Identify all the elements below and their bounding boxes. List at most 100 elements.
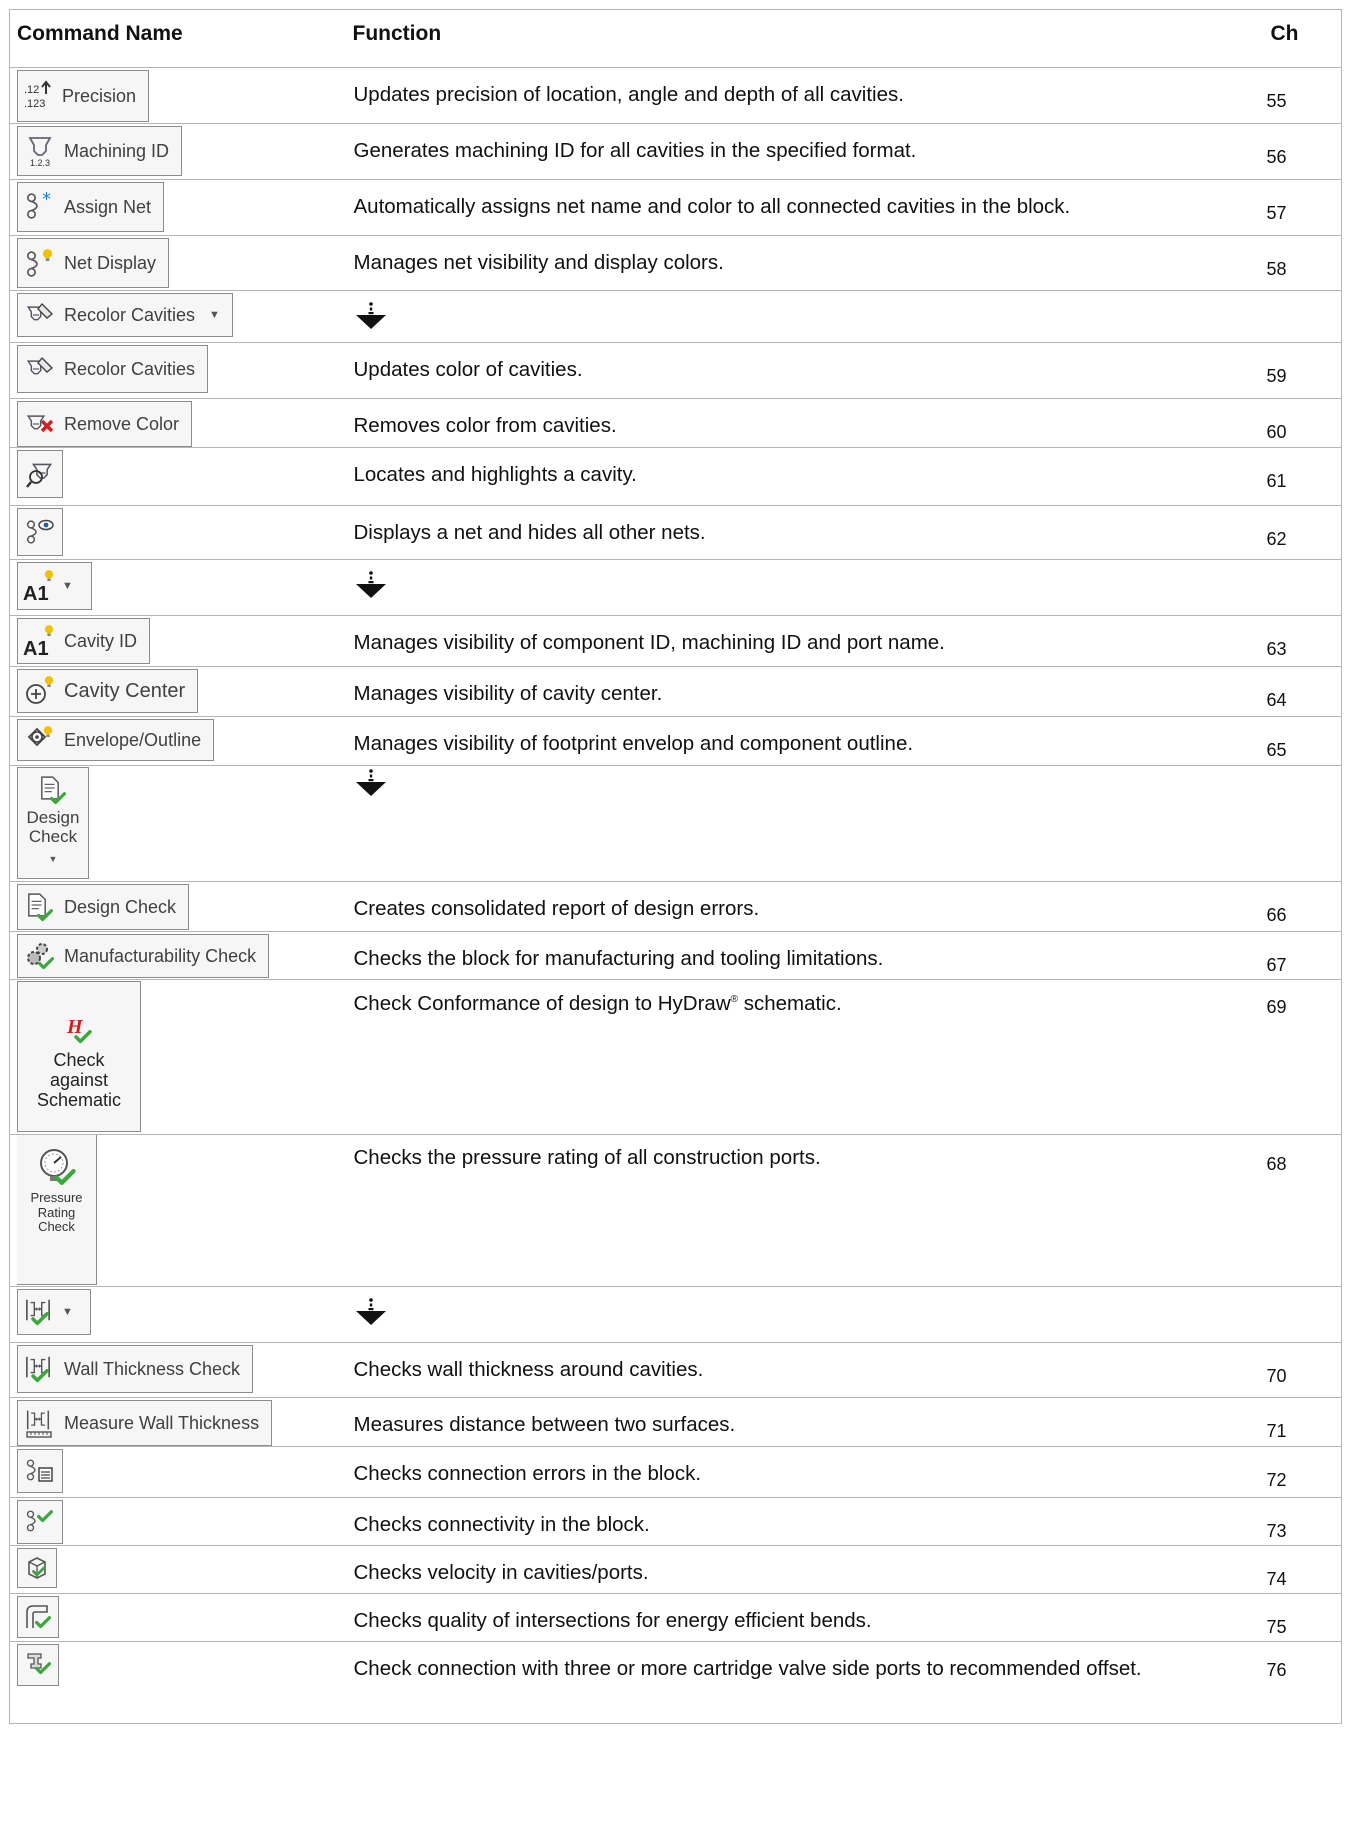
registered-mark: ®: [730, 994, 739, 1006]
function-text: Automatically assigns net name and color…: [345, 179, 1264, 236]
chevron-down-icon[interactable]: ▼: [49, 854, 58, 864]
chapter-number: 70: [1263, 1342, 1342, 1398]
chapter-number: [1263, 290, 1342, 343]
assign-net-icon: *: [22, 189, 58, 225]
function-text: Removes color from cavities.: [345, 398, 1264, 448]
cavity-id-button[interactable]: A1 Cavity ID: [17, 618, 151, 664]
table-row: Envelope/Outline Manages visibility of f…: [9, 716, 1342, 766]
chevron-down-icon[interactable]: ▼: [62, 580, 73, 592]
measure-wall-thickness-button[interactable]: Measure Wall Thickness: [17, 1400, 273, 1446]
chevron-down-icon[interactable]: ▼: [62, 1306, 73, 1318]
chapter-number: 64: [1263, 666, 1342, 717]
design-check-button[interactable]: Design Check: [17, 884, 190, 930]
precision-button[interactable]: .12 .123 Precision: [17, 70, 150, 122]
wall-thickness-dropdown-button[interactable]: ▼: [17, 1289, 91, 1335]
chapter-number: 71: [1263, 1397, 1342, 1447]
wall-thickness-check-button[interactable]: Wall Thickness Check: [17, 1345, 254, 1393]
table-row: Design Check Creates consolidated report…: [9, 881, 1342, 932]
chapter-number: 61: [1263, 447, 1342, 506]
precision-icon: .12 .123: [20, 78, 56, 114]
function-text: Checks connection errors in the block.: [345, 1446, 1264, 1498]
locate-cavity-icon: [22, 456, 58, 492]
design-check-dropdown-button[interactable]: Design Check ▼: [17, 767, 89, 879]
table-row: Manufacturability Check Checks the block…: [9, 931, 1342, 980]
check-against-schematic-label-line1: Check: [53, 1050, 105, 1070]
svg-text:*: *: [42, 191, 51, 210]
table-row: Checks quality of intersections for ener…: [9, 1593, 1342, 1642]
connection-errors-icon: [22, 1453, 58, 1489]
table-row: Net Display Manages net visibility and d…: [9, 235, 1342, 291]
design-check-label-line1: Design: [26, 808, 80, 827]
cavity-center-label: Cavity Center: [64, 679, 186, 702]
function-text: Checks connectivity in the block.: [345, 1497, 1264, 1546]
assign-net-label: Assign Net: [64, 196, 152, 217]
envelope-outline-label: Envelope/Outline: [64, 729, 202, 750]
measure-wall-thickness-label: Measure Wall Thickness: [64, 1412, 260, 1433]
table-row: Measure Wall Thickness Measures distance…: [9, 1397, 1342, 1447]
function-text: Checks the pressure rating of all constr…: [345, 1134, 1264, 1287]
cartridge-offset-button[interactable]: [17, 1644, 59, 1686]
chapter-number: 67: [1263, 931, 1342, 980]
table-row: Checks connectivity in the block. 73: [9, 1497, 1342, 1546]
check-against-schematic-icon: H: [61, 1012, 97, 1048]
chapter-number: [1263, 559, 1342, 616]
function-text: Manages net visibility and display color…: [345, 235, 1264, 291]
table-row: .12 .123 Precision Updates precision of l…: [9, 67, 1342, 124]
remove-color-button[interactable]: Remove Color: [17, 401, 193, 447]
table-row: Displays a net and hides all other nets.…: [9, 505, 1342, 560]
pressure-rating-check-button[interactable]: Pressure Rating Check: [17, 1135, 97, 1285]
chapter-number: 69: [1263, 979, 1342, 1135]
check-against-schematic-label-line3: Schematic: [36, 1090, 122, 1111]
table-row: Locates and highlights a cavity. 61: [9, 447, 1342, 506]
connection-errors-button[interactable]: [17, 1449, 63, 1493]
machining-id-button[interactable]: 1.2.3 Machining ID: [17, 126, 183, 176]
velocity-check-button[interactable]: [17, 1548, 57, 1588]
chapter-number: [1263, 1286, 1342, 1343]
pressure-rating-check-label-line3: Check: [38, 1219, 75, 1235]
remove-color-icon: [22, 406, 58, 442]
table-row: Recolor Cavities Updates color of caviti…: [9, 342, 1342, 399]
chevron-down-icon[interactable]: ▼: [209, 309, 220, 321]
svg-text:1.2.3: 1.2.3: [30, 158, 50, 167]
design-check-dropdown-icon: [35, 774, 71, 806]
cavity-id-dropdown-button[interactable]: A1 ▼: [17, 562, 92, 610]
net-display-icon: [22, 245, 58, 281]
envelope-outline-button[interactable]: Envelope/Outline: [17, 719, 215, 761]
expand-down-arrow-icon: [354, 570, 388, 600]
cavity-center-icon: [22, 673, 58, 709]
chapter-number: [1263, 765, 1342, 882]
manufacturability-check-button[interactable]: Manufacturability Check: [17, 934, 270, 978]
function-text: Checks velocity in cavities/ports.: [345, 1545, 1264, 1594]
function-text: Creates consolidated report of design er…: [345, 881, 1264, 932]
chapter-number: 63: [1263, 615, 1342, 667]
table-row: Wall Thickness Check Checks wall thickne…: [9, 1342, 1342, 1398]
pressure-rating-check-label-line1: Pressure: [30, 1190, 83, 1205]
function-text: Manages visibility of footprint envelop …: [345, 716, 1264, 766]
chapter-number: 56: [1263, 123, 1342, 180]
header-command-name: Command Name: [9, 9, 346, 68]
expand-down-arrow-icon: [354, 1297, 388, 1327]
cavity-id-dropdown-icon: A1: [22, 568, 58, 604]
assign-net-button[interactable]: * Assign Net: [17, 182, 165, 232]
wall-thickness-check-icon: [22, 1351, 58, 1387]
recolor-cavities-label: Recolor Cavities: [64, 304, 196, 325]
show-net-button[interactable]: [17, 508, 63, 556]
table-row: Recolor Cavities ▼: [9, 290, 1342, 343]
design-check-label-line2: Check: [28, 827, 78, 847]
cavity-center-button[interactable]: Cavity Center: [17, 669, 199, 713]
check-against-schematic-button[interactable]: H Check against Schematic: [17, 981, 141, 1132]
table-row: 1.2.3 Machining ID Generates machining I…: [9, 123, 1342, 180]
locate-cavity-button[interactable]: [17, 450, 63, 498]
recolor-cavities-dropdown-button[interactable]: Recolor Cavities ▼: [17, 293, 233, 337]
svg-text:A1: A1: [23, 638, 49, 659]
svg-text:H: H: [66, 1016, 84, 1038]
cartridge-offset-icon: [22, 1647, 54, 1683]
net-display-button[interactable]: Net Display: [17, 238, 170, 288]
machining-id-icon: 1.2.3: [22, 133, 58, 169]
table-row: Remove Color Removes color from cavities…: [9, 398, 1342, 448]
intersection-quality-button[interactable]: [17, 1596, 59, 1638]
connectivity-check-button[interactable]: [17, 1500, 63, 1544]
recolor-cavities-button[interactable]: Recolor Cavities: [17, 345, 209, 393]
table-row: * Assign Net Automatically assigns net n…: [9, 179, 1342, 236]
chapter-number: 62: [1263, 505, 1342, 560]
